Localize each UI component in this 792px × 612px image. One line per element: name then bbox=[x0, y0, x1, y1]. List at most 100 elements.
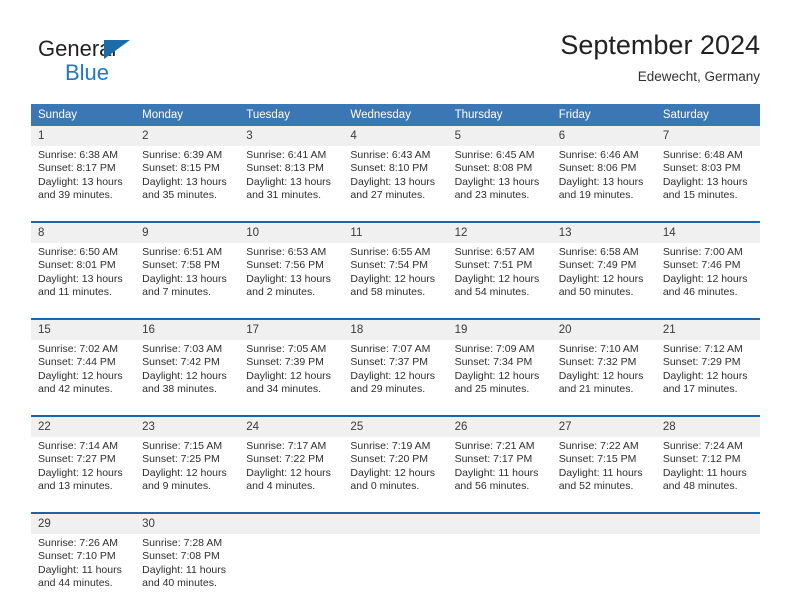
day-cell[interactable]: Sunrise: 6:57 AM Sunset: 7:51 PM Daylight:… bbox=[447, 243, 552, 318]
sunset-text: Sunset: 7:46 PM bbox=[662, 259, 741, 272]
day-number[interactable]: 10 bbox=[239, 223, 344, 243]
day-number[interactable]: 29 bbox=[31, 514, 136, 534]
day-number[interactable]: 15 bbox=[31, 320, 136, 340]
sunrise-text: Sunrise: 6:45 AM bbox=[454, 149, 535, 161]
day-cell[interactable]: Sunrise: 6:50 AM Sunset: 8:01 PM Daylight:… bbox=[31, 243, 136, 318]
day-number[interactable]: 7 bbox=[655, 126, 760, 146]
sunset-text: Sunset: 7:42 PM bbox=[142, 356, 220, 369]
daylight-text: and 58 minutes. bbox=[350, 286, 426, 299]
empty-day-cell bbox=[447, 534, 552, 609]
day-cell[interactable]: Sunrise: 7:12 AM Sunset: 7:29 PM Daylight:… bbox=[655, 340, 760, 415]
day-cell[interactable]: Sunrise: 6:51 AM Sunset: 7:58 PM Daylight:… bbox=[135, 243, 240, 318]
day-number[interactable]: 20 bbox=[551, 320, 656, 340]
day-number[interactable]: 1 bbox=[31, 126, 136, 146]
day-number[interactable]: 6 bbox=[551, 126, 656, 146]
page-title: September 2024 bbox=[560, 30, 760, 60]
day-number[interactable]: 23 bbox=[135, 417, 240, 437]
day-number[interactable]: 16 bbox=[135, 320, 240, 340]
week-date-number-row: 1234567 bbox=[31, 126, 760, 146]
sunrise-text: Sunrise: 6:43 AM bbox=[350, 149, 431, 161]
week-detail-row: Sunrise: 7:14 AM Sunset: 7:27 PM Daylight:… bbox=[31, 437, 760, 512]
day-number[interactable]: 22 bbox=[31, 417, 136, 437]
day-cell[interactable]: Sunrise: 7:22 AM Sunset: 7:15 PM Daylight:… bbox=[551, 437, 656, 512]
day-number[interactable]: 18 bbox=[343, 320, 448, 340]
sunset-text: Sunset: 7:25 PM bbox=[142, 453, 220, 466]
day-cell[interactable]: Sunrise: 6:53 AM Sunset: 7:56 PM Daylight:… bbox=[239, 243, 344, 318]
day-number[interactable]: 2 bbox=[135, 126, 240, 146]
weekday-header-saturday: Saturday bbox=[655, 104, 760, 126]
day-cell[interactable]: Sunrise: 6:55 AM Sunset: 7:54 PM Daylight:… bbox=[343, 243, 448, 318]
day-cell[interactable]: Sunrise: 6:58 AM Sunset: 7:49 PM Daylight:… bbox=[551, 243, 656, 318]
sunrise-text: Sunrise: 7:10 AM bbox=[558, 343, 639, 355]
day-number[interactable]: 14 bbox=[655, 223, 760, 243]
week-date-number-row: 15 16 17 18 19 20 21 bbox=[31, 320, 760, 340]
daylight-text: and 48 minutes. bbox=[662, 480, 738, 493]
day-number[interactable]: 21 bbox=[655, 320, 760, 340]
day-number[interactable]: 28 bbox=[655, 417, 760, 437]
daylight-text: and 11 minutes. bbox=[38, 286, 112, 299]
daylight-text: Daylight: 12 hours bbox=[38, 369, 123, 382]
daylight-text: Daylight: 12 hours bbox=[662, 369, 748, 382]
daylight-text: and 21 minutes. bbox=[558, 383, 634, 396]
daylight-text: Daylight: 12 hours bbox=[38, 466, 123, 479]
sunrise-text: Sunrise: 7:09 AM bbox=[454, 343, 535, 355]
day-cell[interactable]: Sunrise: 7:19 AM Sunset: 7:20 PM Daylight:… bbox=[343, 437, 448, 512]
day-cell[interactable]: Sunrise: 6:48 AM Sunset: 8:03 PM Daylight:… bbox=[655, 146, 760, 221]
sunset-text: Sunset: 7:34 PM bbox=[454, 356, 533, 369]
day-number[interactable]: 3 bbox=[239, 126, 344, 146]
day-number[interactable]: 17 bbox=[239, 320, 344, 340]
day-cell[interactable]: Sunrise: 7:09 AM Sunset: 7:34 PM Daylight:… bbox=[447, 340, 552, 415]
sunset-text: Sunset: 8:10 PM bbox=[350, 162, 429, 175]
day-number[interactable]: 26 bbox=[447, 417, 552, 437]
daylight-text: Daylight: 11 hours bbox=[454, 466, 539, 479]
day-cell[interactable]: Sunrise: 7:21 AM Sunset: 7:17 PM Daylight:… bbox=[447, 437, 552, 512]
day-cell[interactable]: Sunrise: 7:00 AM Sunset: 7:46 PM Daylight:… bbox=[655, 243, 760, 318]
day-number[interactable]: 11 bbox=[343, 223, 448, 243]
daylight-text: and 27 minutes. bbox=[350, 189, 426, 202]
day-cell[interactable]: Sunrise: 7:02 AM Sunset: 7:44 PM Daylight:… bbox=[31, 340, 136, 415]
sunset-text: Sunset: 7:51 PM bbox=[454, 259, 533, 272]
sunset-text: Sunset: 7:22 PM bbox=[246, 453, 324, 466]
day-cell[interactable]: Sunrise: 7:28 AM Sunset: 7:08 PM Daylight:… bbox=[135, 534, 240, 609]
day-cell[interactable]: Sunrise: 7:26 AM Sunset: 7:10 PM Daylight:… bbox=[31, 534, 136, 609]
day-number[interactable]: 13 bbox=[551, 223, 656, 243]
daylight-text: and 2 minutes. bbox=[246, 286, 316, 299]
daylight-text: and 25 minutes. bbox=[454, 383, 530, 396]
sunset-text: Sunset: 7:56 PM bbox=[246, 259, 324, 272]
day-cell[interactable]: Sunrise: 6:39 AM Sunset: 8:15 PM Daylight:… bbox=[135, 146, 240, 221]
day-cell[interactable]: Sunrise: 7:14 AM Sunset: 7:27 PM Daylight:… bbox=[31, 437, 136, 512]
day-number[interactable]: 5 bbox=[447, 126, 552, 146]
sunset-text: Sunset: 8:03 PM bbox=[662, 162, 741, 175]
day-number[interactable]: 25 bbox=[343, 417, 448, 437]
day-cell[interactable]: Sunrise: 7:10 AM Sunset: 7:32 PM Daylight:… bbox=[551, 340, 656, 415]
day-cell[interactable]: Sunrise: 7:24 AM Sunset: 7:12 PM Daylight:… bbox=[655, 437, 760, 512]
sunrise-text: Sunrise: 6:48 AM bbox=[662, 149, 743, 161]
daylight-text: Daylight: 12 hours bbox=[350, 369, 436, 382]
sunset-text: Sunset: 7:49 PM bbox=[558, 259, 637, 272]
day-number[interactable]: 24 bbox=[239, 417, 344, 437]
week-detail-row: Sunrise: 7:26 AM Sunset: 7:10 PM Daylight:… bbox=[31, 534, 760, 609]
day-cell[interactable]: Sunrise: 6:46 AM Sunset: 8:06 PM Daylight:… bbox=[551, 146, 656, 221]
empty-day-number bbox=[551, 514, 656, 534]
day-number[interactable]: 9 bbox=[135, 223, 240, 243]
day-number[interactable]: 8 bbox=[31, 223, 136, 243]
day-number[interactable]: 30 bbox=[135, 514, 240, 534]
day-cell[interactable]: Sunrise: 7:05 AM Sunset: 7:39 PM Daylight:… bbox=[239, 340, 344, 415]
daylight-text: and 9 minutes. bbox=[142, 480, 212, 493]
sunset-text: Sunset: 7:27 PM bbox=[38, 453, 116, 466]
sunrise-text: Sunrise: 7:21 AM bbox=[454, 440, 535, 452]
day-number[interactable]: 19 bbox=[447, 320, 552, 340]
day-cell[interactable]: Sunrise: 6:41 AM Sunset: 8:13 PM Daylight:… bbox=[239, 146, 344, 221]
day-cell[interactable]: Sunrise: 7:03 AM Sunset: 7:42 PM Daylight:… bbox=[135, 340, 240, 415]
day-number[interactable]: 27 bbox=[551, 417, 656, 437]
day-cell[interactable]: Sunrise: 6:45 AM Sunset: 8:08 PM Daylight:… bbox=[447, 146, 552, 221]
day-number[interactable]: 4 bbox=[343, 126, 448, 146]
day-cell[interactable]: Sunrise: 6:38 AM Sunset: 8:17 PM Daylight:… bbox=[31, 146, 136, 221]
day-cell[interactable]: Sunrise: 6:43 AM Sunset: 8:10 PM Daylight:… bbox=[343, 146, 448, 221]
day-number[interactable]: 12 bbox=[447, 223, 552, 243]
daylight-text: and 46 minutes. bbox=[662, 286, 738, 299]
day-cell[interactable]: Sunrise: 7:17 AM Sunset: 7:22 PM Daylight:… bbox=[239, 437, 344, 512]
daylight-text: and 39 minutes. bbox=[38, 189, 113, 202]
day-cell[interactable]: Sunrise: 7:15 AM Sunset: 7:25 PM Daylight:… bbox=[135, 437, 240, 512]
day-cell[interactable]: Sunrise: 7:07 AM Sunset: 7:37 PM Daylight:… bbox=[343, 340, 448, 415]
